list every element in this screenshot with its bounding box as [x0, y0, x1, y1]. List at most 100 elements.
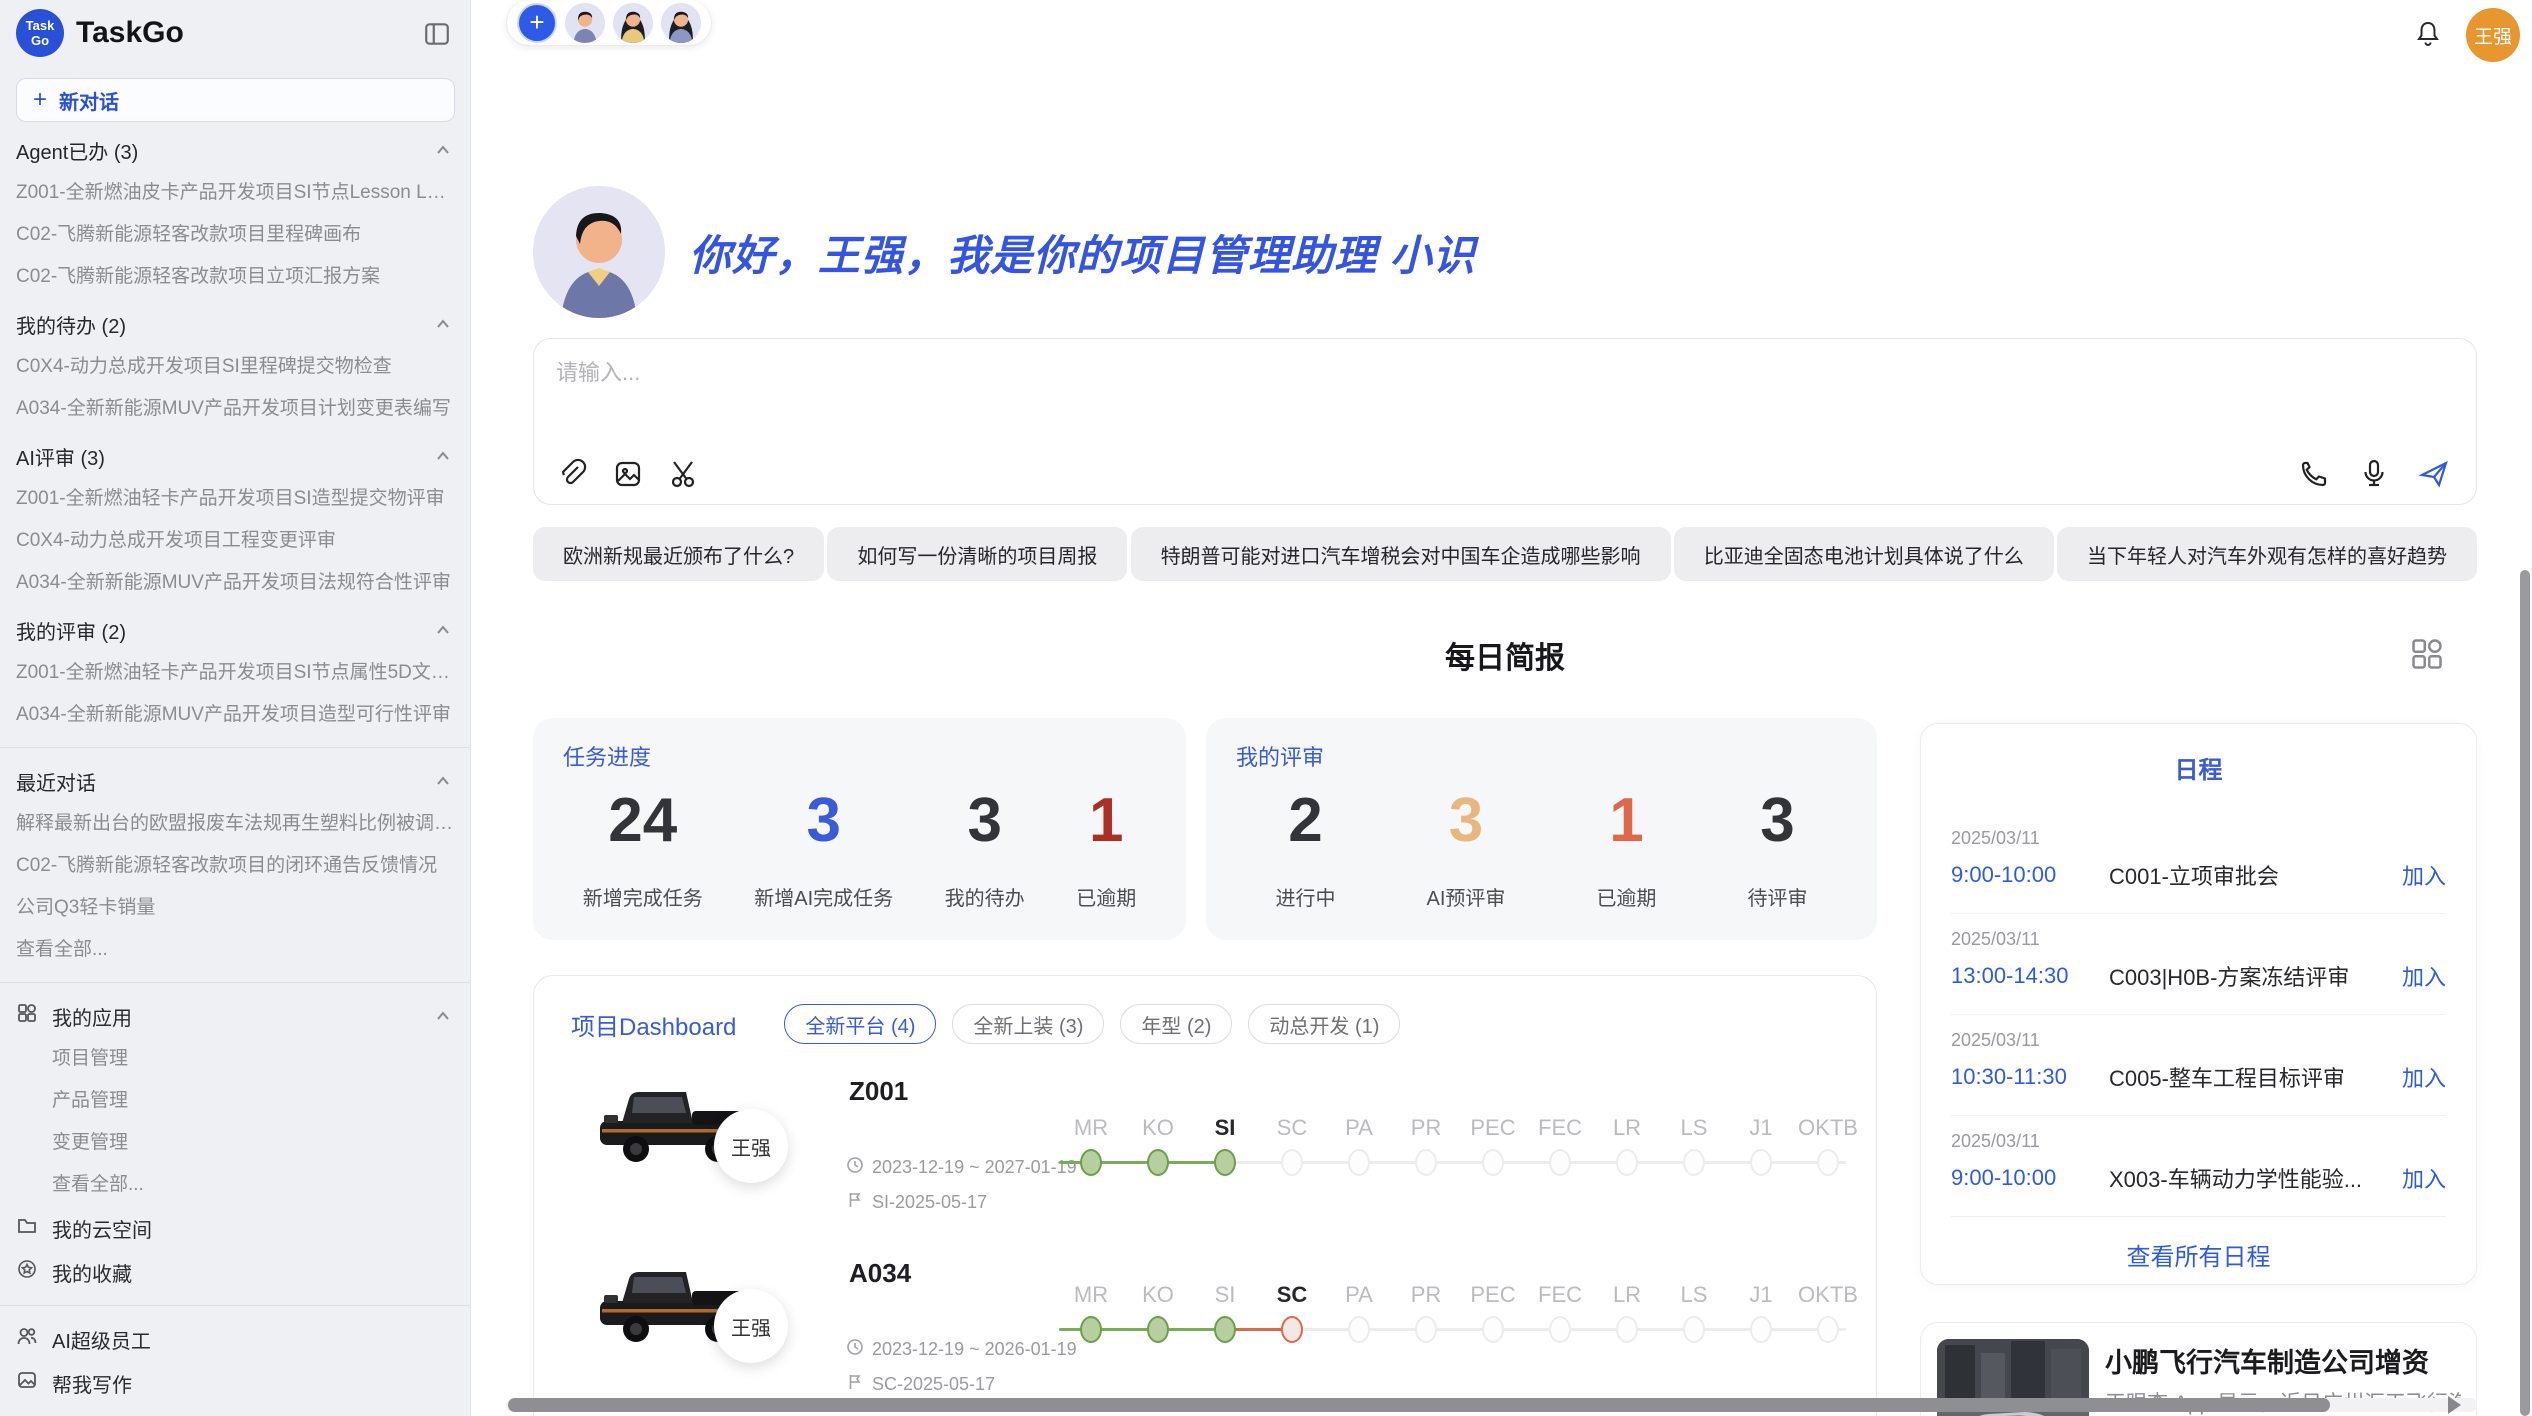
sidebar-item-people-icon[interactable]: AI超级员工 — [16, 1317, 454, 1361]
vertical-scrollbar-thumb[interactable] — [2520, 570, 2530, 1416]
user-avatar[interactable]: 王强 — [2466, 8, 2520, 62]
project-owner-badge: 王强 — [714, 1289, 788, 1363]
app-sub-item[interactable]: 产品管理 — [16, 1080, 454, 1122]
scroll-right-arrow-icon[interactable] — [2448, 1396, 2461, 1414]
horizontal-scrollbar[interactable] — [506, 1398, 2477, 1412]
join-meeting-link[interactable]: 加入 — [2402, 1061, 2446, 1093]
project-code: A034 — [849, 1258, 911, 1289]
mic-icon[interactable] — [2358, 458, 2390, 490]
milestone-dot — [1482, 1149, 1504, 1176]
schedule-item: 2025/03/1113:00-14:30C003|H0B-方案冻结评审加入 — [1951, 914, 2446, 1015]
stat-columns: 24新增完成任务3新增AI完成任务3我的待办1已逾期 — [533, 790, 1186, 911]
paperclip-icon[interactable] — [556, 458, 588, 490]
sidebar-item-label: 我的收藏 — [52, 1258, 132, 1287]
sidebar-section-header[interactable]: 我的待办 (2) — [16, 302, 454, 346]
join-meeting-link[interactable]: 加入 — [2402, 960, 2446, 992]
member-avatar[interactable] — [661, 3, 701, 43]
dashboard-filter-chip[interactable]: 年型 (2) — [1120, 1004, 1232, 1044]
task-item[interactable]: Z001-全新燃油皮卡产品开发项目SI节点Lesson Learn报告 — [16, 172, 454, 214]
image-icon[interactable] — [612, 458, 644, 490]
chevron-up-icon[interactable] — [432, 313, 454, 335]
schedule-time: 9:00-10:00 — [1951, 1165, 2109, 1191]
phone-icon[interactable] — [2298, 458, 2330, 490]
suggestion-chip[interactable]: 欧洲新规最近颁布了什么? — [533, 527, 824, 581]
stat-item: 3新增AI完成任务 — [754, 790, 893, 911]
new-agent-plus-button[interactable]: + — [517, 3, 557, 43]
chevron-up-icon[interactable] — [432, 619, 454, 641]
layout-grid-icon[interactable] — [2409, 636, 2445, 672]
app-sub-item[interactable]: 变更管理 — [16, 1122, 454, 1164]
recent-conversation-item[interactable]: 解释最新出台的欧盟报废车法规再生塑料比例被调至15%... — [16, 803, 454, 845]
recent-conversation-item[interactable]: 查看全部... — [16, 929, 454, 971]
sidebar-section-header[interactable]: 我的评审 (2) — [16, 608, 454, 652]
sidebar-section-header[interactable]: AI评审 (3) — [16, 434, 454, 478]
chevron-up-icon[interactable] — [432, 770, 454, 792]
dashboard-filter-chip[interactable]: 全新上装 (3) — [952, 1004, 1104, 1044]
task-item[interactable]: A034-全新新能源MUV产品开发项目计划变更表编写 — [16, 388, 454, 430]
task-item[interactable]: A034-全新新能源MUV产品开发项目造型可行性评审 — [16, 694, 454, 736]
dashboard-filter-chip[interactable]: 全新平台 (4) — [784, 1004, 936, 1044]
milestone-label: OKTB — [1786, 1282, 1870, 1308]
apps-grid-icon — [16, 1002, 38, 1030]
chevron-up-icon[interactable] — [432, 139, 454, 161]
project-date-range: 2023-12-19 ~ 2026-01-19 — [846, 1338, 1077, 1361]
suggestion-chip[interactable]: 特朗普可能对进口汽车增税会对中国车企造成哪些影响 — [1131, 527, 1671, 581]
schedule-row: 9:00-10:00X003-车辆动力学性能验...加入 — [1951, 1162, 2446, 1194]
sidebar-collapse-icon[interactable] — [422, 20, 452, 50]
assistant-avatar — [533, 186, 665, 318]
new-chat-button[interactable]: + 新对话 — [16, 78, 455, 122]
member-avatar[interactable] — [565, 3, 605, 43]
stat-label: AI预评审 — [1427, 882, 1506, 911]
recent-conversation-item[interactable]: C02-飞腾新能源轻客改款项目的闭环通告反馈情况 — [16, 845, 454, 887]
task-item[interactable]: Z001-全新燃油轻卡产品开发项目SI节点属性5D文件评审 — [16, 652, 454, 694]
dashboard-filter-chip[interactable]: 动总开发 (1) — [1248, 1004, 1400, 1044]
member-avatar[interactable] — [613, 3, 653, 43]
chevron-up-icon[interactable] — [432, 1005, 454, 1027]
view-all-schedule-link[interactable]: 查看所有日程 — [2127, 1237, 2271, 1272]
schedule-row: 13:00-14:30C003|H0B-方案冻结评审加入 — [1951, 960, 2446, 992]
sidebar-item-star-badge-icon[interactable]: 我的收藏 — [16, 1250, 454, 1294]
app-sub-item[interactable]: 项目管理 — [16, 1038, 454, 1080]
suggestion-chip[interactable]: 当下年轻人对汽车外观有怎样的喜好趋势 — [2057, 527, 2477, 581]
schedule-list: 2025/03/119:00-10:00C001-立项审批会加入2025/03/… — [1921, 813, 2476, 1217]
horizontal-scrollbar-thumb[interactable] — [508, 1398, 2330, 1412]
bell-icon[interactable] — [2412, 18, 2444, 50]
app-sub-item[interactable]: 查看全部... — [16, 1164, 454, 1206]
sidebar-section-header-label: 我的评审 (2) — [16, 616, 126, 645]
task-item[interactable]: C0X4-动力总成开发项目SI里程碑提交物检查 — [16, 346, 454, 388]
stat-item: 3 AI预评审 — [1427, 790, 1506, 911]
sidebar-item-cloud-folder-icon[interactable]: 我的云空间 — [16, 1206, 454, 1250]
suggestion-chip[interactable]: 比亚迪全固态电池计划具体说了什么 — [1674, 527, 2054, 581]
recent-conversation-item[interactable]: 公司Q3轻卡销量 — [16, 887, 454, 929]
sidebar-item-pen-icon[interactable]: 创意制图 — [16, 1405, 454, 1416]
project-code: Z001 — [849, 1076, 908, 1107]
join-meeting-link[interactable]: 加入 — [2402, 1162, 2446, 1194]
task-item[interactable]: C0X4-动力总成开发项目工程变更评审 — [16, 520, 454, 562]
message-input[interactable] — [556, 355, 2256, 441]
milestone-dot — [1750, 1316, 1772, 1343]
task-item[interactable]: A034-全新新能源MUV产品开发项目法规符合性评审 — [16, 562, 454, 604]
sidebar-item-picture-icon[interactable]: 帮我写作 — [16, 1361, 454, 1405]
people-icon — [16, 1325, 38, 1353]
task-item[interactable]: C02-飞腾新能源轻客改款项目里程碑画布 — [16, 214, 454, 256]
date-range-text: 2023-12-19 ~ 2026-01-19 — [872, 1339, 1077, 1360]
scissors-icon[interactable] — [668, 458, 700, 490]
recent-conversations-header[interactable]: 最近对话 — [16, 759, 454, 803]
milestone-dot — [1281, 1316, 1303, 1343]
task-item[interactable]: Z001-全新燃油轻卡产品开发项目SI造型提交物评审 — [16, 478, 454, 520]
milestone-dot — [1549, 1316, 1571, 1343]
stat-value: 3 — [1449, 790, 1483, 852]
chevron-up-icon[interactable] — [432, 445, 454, 467]
milestone-dot — [1214, 1149, 1236, 1176]
schedule-time: 13:00-14:30 — [1951, 963, 2109, 989]
sidebar-item-label: 帮我写作 — [52, 1369, 132, 1398]
join-meeting-link[interactable]: 加入 — [2402, 859, 2446, 891]
flag-icon — [846, 1191, 864, 1214]
sidebar-item-my-apps[interactable]: 我的应用 — [16, 994, 454, 1038]
task-item[interactable]: C02-飞腾新能源轻客改款项目立项汇报方案 — [16, 256, 454, 298]
suggestion-chip[interactable]: 如何写一份清晰的项目周报 — [827, 527, 1127, 581]
flag-text: SC-2025-05-17 — [872, 1374, 995, 1395]
sidebar-section-header[interactable]: Agent已办 (3) — [16, 128, 454, 172]
sidebar-item-label: AI超级员工 — [52, 1325, 151, 1354]
send-icon[interactable] — [2418, 458, 2450, 490]
